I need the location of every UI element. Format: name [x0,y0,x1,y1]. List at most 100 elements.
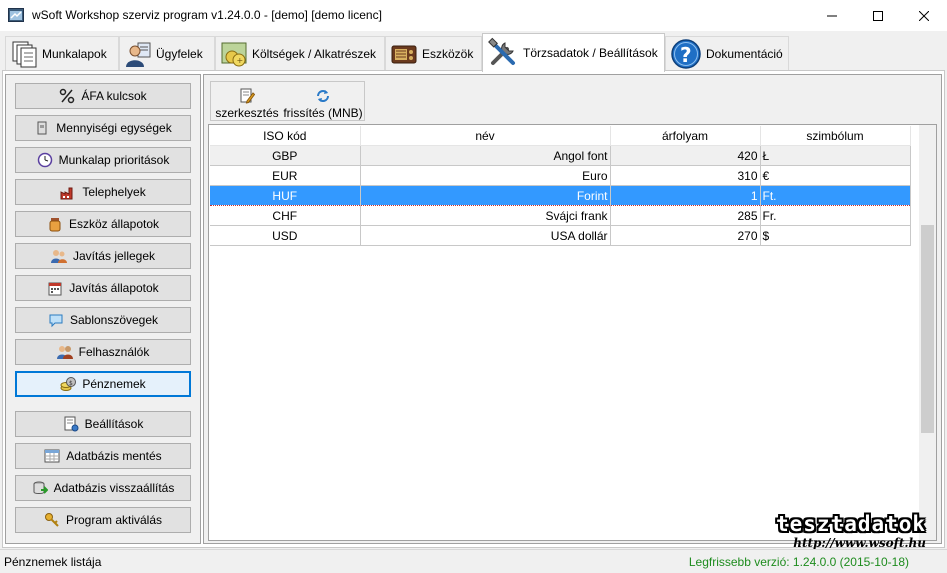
calendar-icon [48,282,62,296]
table-row[interactable]: CHF Svájci frank 285 Fr. [210,205,911,226]
database-restore-icon [33,481,48,494]
tab-eszkozok[interactable]: Eszközök [385,36,482,71]
brand-url: http://www.wsoft.hu [793,536,926,550]
svg-text:?: ? [680,43,692,67]
minimize-button[interactable] [809,0,855,31]
documents-icon [12,41,37,68]
cell-name: USA dollár [360,225,611,246]
cell-symbol: € [760,165,911,186]
cell-iso: CHF [210,205,361,226]
nav-label: Javítás jellegek [72,249,156,263]
edit-icon [240,88,255,104]
nav-label: Felhasználók [78,345,150,359]
table-row[interactable]: GBP Angol font 420 Ł [210,145,911,166]
column-header-rate[interactable]: árfolyam [610,126,761,146]
percent-icon [60,88,75,104]
nav-telephelyek-button[interactable]: Telephelyek [15,179,191,205]
close-button[interactable] [901,0,947,31]
users-icon [56,346,73,359]
tools-icon [488,37,515,65]
grid-vertical-scrollbar[interactable] [919,125,936,540]
nav-mennyisegi-egysegek-button[interactable]: Mennyiségi egységek [15,115,191,141]
nav-label: Mennyiségi egységek [56,121,172,135]
currency-grid: ISO kód név árfolyam szimbólum GBP Angol… [208,124,937,541]
maximize-button[interactable] [855,0,901,31]
clock-icon [37,152,52,168]
coins-icon: $ [60,377,77,391]
people-icon [50,250,67,263]
cell-symbol: Ł [760,145,911,166]
nav-penznemek-button[interactable]: $ Pénznemek [15,371,191,397]
nav-adatbazis-mentes-button[interactable]: Adatbázis mentés [15,443,191,469]
tab-koltsegek[interactable]: + Költségek / Alkatrészek [215,36,385,71]
nav-label: Adatbázis mentés [66,449,162,463]
cell-name: Forint [360,185,611,206]
tab-label: Költségek / Alkatrészek [252,47,377,61]
jar-icon [49,218,61,232]
column-header-iso[interactable]: ISO kód [210,126,361,146]
cell-rate: 1 [610,185,761,206]
nav-adatbazis-visszaallitas-button[interactable]: Adatbázis visszaállítás [15,475,191,501]
nav-afa-kulcsok-button[interactable]: ÁFA kulcsok [15,83,191,109]
cell-name: Angol font [360,145,611,166]
help-icon: ? [671,39,701,69]
refresh-mnb-button[interactable]: frissítés (MNB) [283,84,363,120]
nav-munkalap-prioritasok-button[interactable]: Munkalap prioritások [15,147,191,173]
cell-rate: 285 [610,205,761,226]
refresh-icon [317,90,329,102]
app-icon [8,8,24,22]
version-status: Legfrissebb verzió: 1.24.0.0 (2015-10-18… [688,555,909,569]
scrollbar-thumb[interactable] [921,225,934,433]
column-header-symbol[interactable]: szimbólum [760,126,911,146]
speech-bubble-icon [49,314,63,328]
edit-button[interactable]: szerkesztés [215,84,279,120]
cell-rate: 270 [610,225,761,246]
main-tab-bar: Munkalapok Ügyfelek + Költségek / Alkatr… [0,33,947,72]
key-icon [44,513,59,527]
tab-label: Törzsadatok / Beállítások [523,46,658,60]
cell-rate: 310 [610,165,761,186]
nav-label: Adatbázis visszaállítás [53,481,175,495]
database-save-icon [44,449,60,463]
customer-icon [126,42,151,67]
nav-javitas-allapotok-button[interactable]: Javítás állapotok [15,275,191,301]
tab-dokumentacio[interactable]: ? Dokumentáció [665,36,789,71]
tab-label: Ügyfelek [156,47,203,61]
settings-nav-panel: ÁFA kulcsok Mennyiségi egységek Munkalap… [5,74,201,544]
table-row[interactable]: EUR Euro 310 € [210,165,911,186]
nav-label: ÁFA kulcsok [81,89,147,103]
nav-label: Munkalap prioritások [58,153,170,167]
status-bar: Pénznemek listája Legfrissebb verzió: 1.… [0,549,947,573]
table-row[interactable]: USD USA dollár 270 $ [210,225,911,246]
currency-table: ISO kód név árfolyam szimbólum GBP Angol… [210,126,911,246]
tab-torzsadatok[interactable]: Törzsadatok / Beállítások [482,33,665,72]
tab-ugyfelek[interactable]: Ügyfelek [119,36,215,71]
nav-sablonszovegek-button[interactable]: Sablonszövegek [15,307,191,333]
cell-symbol: Ft. [760,185,911,206]
settings-doc-icon [64,416,79,432]
svg-text:+: + [237,56,244,65]
title-bar: wSoft Workshop szerviz program v1.24.0.0… [0,0,947,31]
tab-label: Dokumentáció [706,47,783,61]
tab-munkalapok[interactable]: Munkalapok [5,36,119,71]
column-header-name[interactable]: név [360,126,611,146]
nav-felhasznalok-button[interactable]: Felhasználók [15,339,191,365]
table-row-selected[interactable]: HUF Forint 1 Ft. [210,185,911,206]
cell-name: Euro [360,165,611,186]
nav-program-aktivalas-button[interactable]: Program aktiválás [15,507,191,533]
factory-icon [60,187,73,200]
minimize-icon [827,15,837,16]
window-title: wSoft Workshop szerviz program v1.24.0.0… [32,8,382,22]
nav-beallitasok-button[interactable]: Beállítások [15,411,191,437]
cell-symbol: $ [760,225,911,246]
cell-iso: GBP [210,145,361,166]
refresh-label: frissítés (MNB) [283,106,363,120]
currency-panel: szerkesztés frissítés (MNB) ISO kód név … [203,74,942,544]
maximize-icon [873,10,883,21]
tab-label: Munkalapok [42,47,107,61]
costs-icon: + [221,42,247,67]
nav-javitas-jellegek-button[interactable]: Javítás jellegek [15,243,191,269]
nav-label: Sablonszövegek [69,313,159,327]
nav-label: Program aktiválás [65,513,163,527]
nav-eszkoz-allapotok-button[interactable]: Eszköz állapotok [15,211,191,237]
